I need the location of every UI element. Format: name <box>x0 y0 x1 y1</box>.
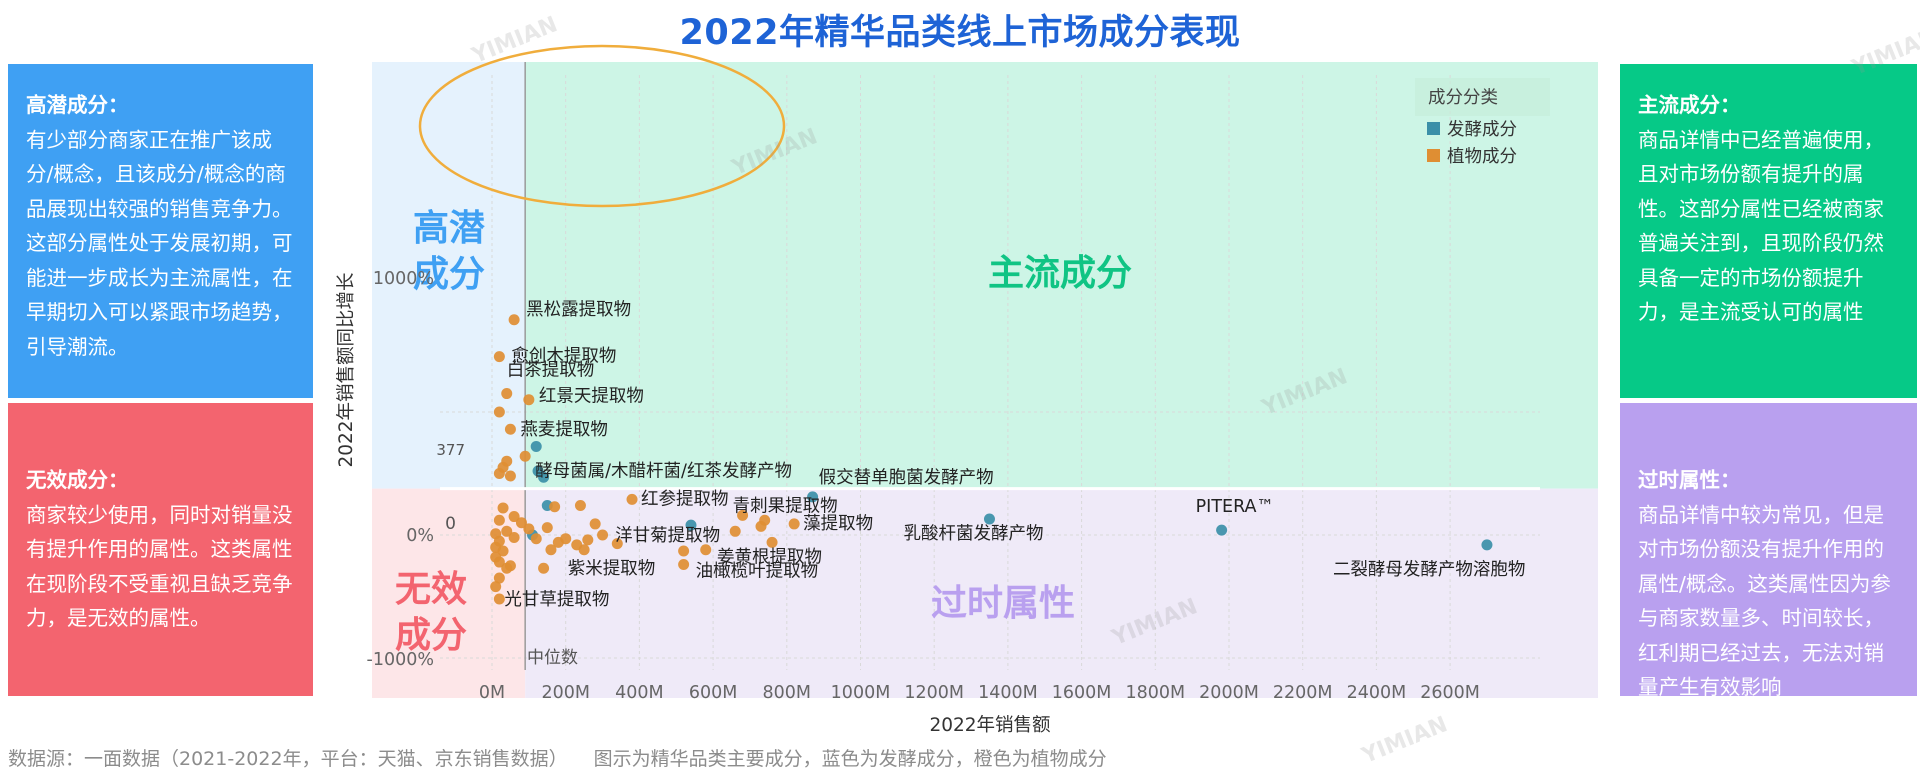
data-point-plant <box>523 523 535 535</box>
data-point-plant <box>493 351 505 363</box>
data-point-plant <box>678 559 690 571</box>
data-point-fermented <box>530 440 542 452</box>
footer: 数据源：一面数据（2021-2022年，平台：天猫、京东销售数据） 图示为精华品类… <box>8 744 1107 771</box>
data-point-plant <box>493 406 505 418</box>
mainstream-label: 主流成分 <box>988 253 1132 294</box>
data-point-plant <box>501 562 513 574</box>
x-tick-label: 1200M <box>904 683 964 703</box>
x-tick-label: 600M <box>689 683 738 703</box>
data-point-plant <box>523 394 535 406</box>
point-label: 白茶提取物 <box>507 361 595 381</box>
data-point-plant <box>504 423 516 435</box>
data-point-plant <box>508 314 520 326</box>
x-tick-label: 200M <box>541 683 590 703</box>
x-tick-label: 0M <box>479 683 505 703</box>
y-axis-title: 2022年销售额同比增长 <box>336 272 357 467</box>
data-point-plant <box>578 544 590 556</box>
point-label: 红景天提取物 <box>539 387 644 407</box>
data-point-fermented <box>1481 539 1493 551</box>
x-tick-label: 1000M <box>831 683 891 703</box>
data-point-plant <box>788 518 800 530</box>
median-y-label: 377 <box>436 441 465 459</box>
data-point-plant <box>530 533 542 545</box>
point-label: 酵母菌属/木醋杆菌/红茶发酵产物 <box>535 461 792 481</box>
point-label: 光甘草提取物 <box>504 590 609 610</box>
x-axis-title: 2022年销售额 <box>929 715 1050 736</box>
x-tick-label: 2400M <box>1347 683 1407 703</box>
data-point-plant <box>508 531 520 543</box>
legend-swatch <box>1427 122 1440 135</box>
x-tick-label: 400M <box>615 683 664 703</box>
point-label: 黑松露提取物 <box>526 300 631 320</box>
high-potential-label: 高潜 <box>413 208 485 249</box>
point-label: 二裂酵母发酵产物溶胞物 <box>1333 560 1526 580</box>
x-tick-label: 2200M <box>1273 683 1333 703</box>
point-label: 紫米提取物 <box>568 559 656 579</box>
data-point-plant <box>493 514 505 526</box>
data-point-fermented <box>983 513 995 525</box>
data-point-plant <box>549 501 561 513</box>
scatter-chart: 高潜成分 主流成分无效成分过时属性0M 200M 400M 600M 800M 1000M 1… <box>336 44 1598 736</box>
point-label: 姜黄根提取物 <box>717 547 822 567</box>
footer-note: 图示为精华品类主要成分，蓝色为发酵成分，橙色为植物成分 <box>593 748 1107 770</box>
x-tick-label: 1800M <box>1125 683 1185 703</box>
legend-title: 成分分类 <box>1428 88 1498 108</box>
data-point-plant <box>493 468 505 479</box>
point-label: 乳酸杆菌发酵产物 <box>903 524 1043 544</box>
y-tick-label: 0% <box>406 526 434 546</box>
legend-item-label: 发酵成分 <box>1447 120 1517 140</box>
data-point-plant <box>490 581 502 593</box>
data-point-plant <box>626 493 638 505</box>
data-point-plant <box>538 562 550 574</box>
data-point-plant <box>560 533 572 545</box>
outdated-label: 过时属性 <box>931 583 1075 624</box>
data-point-plant <box>519 450 531 462</box>
zero-label: 0 <box>445 514 456 534</box>
data-point-plant <box>541 522 553 534</box>
invalid-label: 无效 <box>395 569 467 610</box>
legend-swatch <box>1427 149 1440 162</box>
data-point-plant <box>589 518 601 530</box>
median-x-label: 中位数 <box>527 648 578 668</box>
point-label: PITERA™ <box>1196 497 1274 517</box>
x-tick-label: 2600M <box>1420 683 1480 703</box>
data-point-plant <box>759 514 771 526</box>
data-point-plant <box>497 502 509 514</box>
data-point-plant <box>729 525 741 537</box>
legend-item-label: 植物成分 <box>1447 147 1517 167</box>
data-point-plant <box>504 470 516 482</box>
data-point-plant <box>501 388 513 400</box>
data-point-plant <box>493 593 505 605</box>
point-label: 藻提取物 <box>803 514 873 534</box>
point-label: 燕麦提取物 <box>520 420 608 440</box>
x-tick-label: 2000M <box>1199 683 1259 703</box>
data-point-plant <box>766 536 778 548</box>
data-point-fermented <box>1216 524 1228 536</box>
data-point-plant <box>545 544 557 556</box>
data-point-plant <box>597 529 609 541</box>
x-tick-label: 1400M <box>978 683 1038 703</box>
y-tick-label: -1000% <box>367 650 434 670</box>
x-tick-label: 1600M <box>1052 683 1112 703</box>
footer-source: 数据源：一面数据（2021-2022年，平台：天猫、京东销售数据） <box>8 748 568 770</box>
point-label: 红参提取物 <box>641 489 729 509</box>
point-label: 洋甘菊提取物 <box>615 526 720 546</box>
y-tick-label: 1000% <box>373 269 434 289</box>
data-point-plant <box>678 545 690 557</box>
point-label: 假交替单胞菌发酵产物 <box>819 468 994 488</box>
x-tick-label: 800M <box>763 683 812 703</box>
data-point-plant <box>582 534 594 546</box>
data-point-plant <box>574 499 586 511</box>
